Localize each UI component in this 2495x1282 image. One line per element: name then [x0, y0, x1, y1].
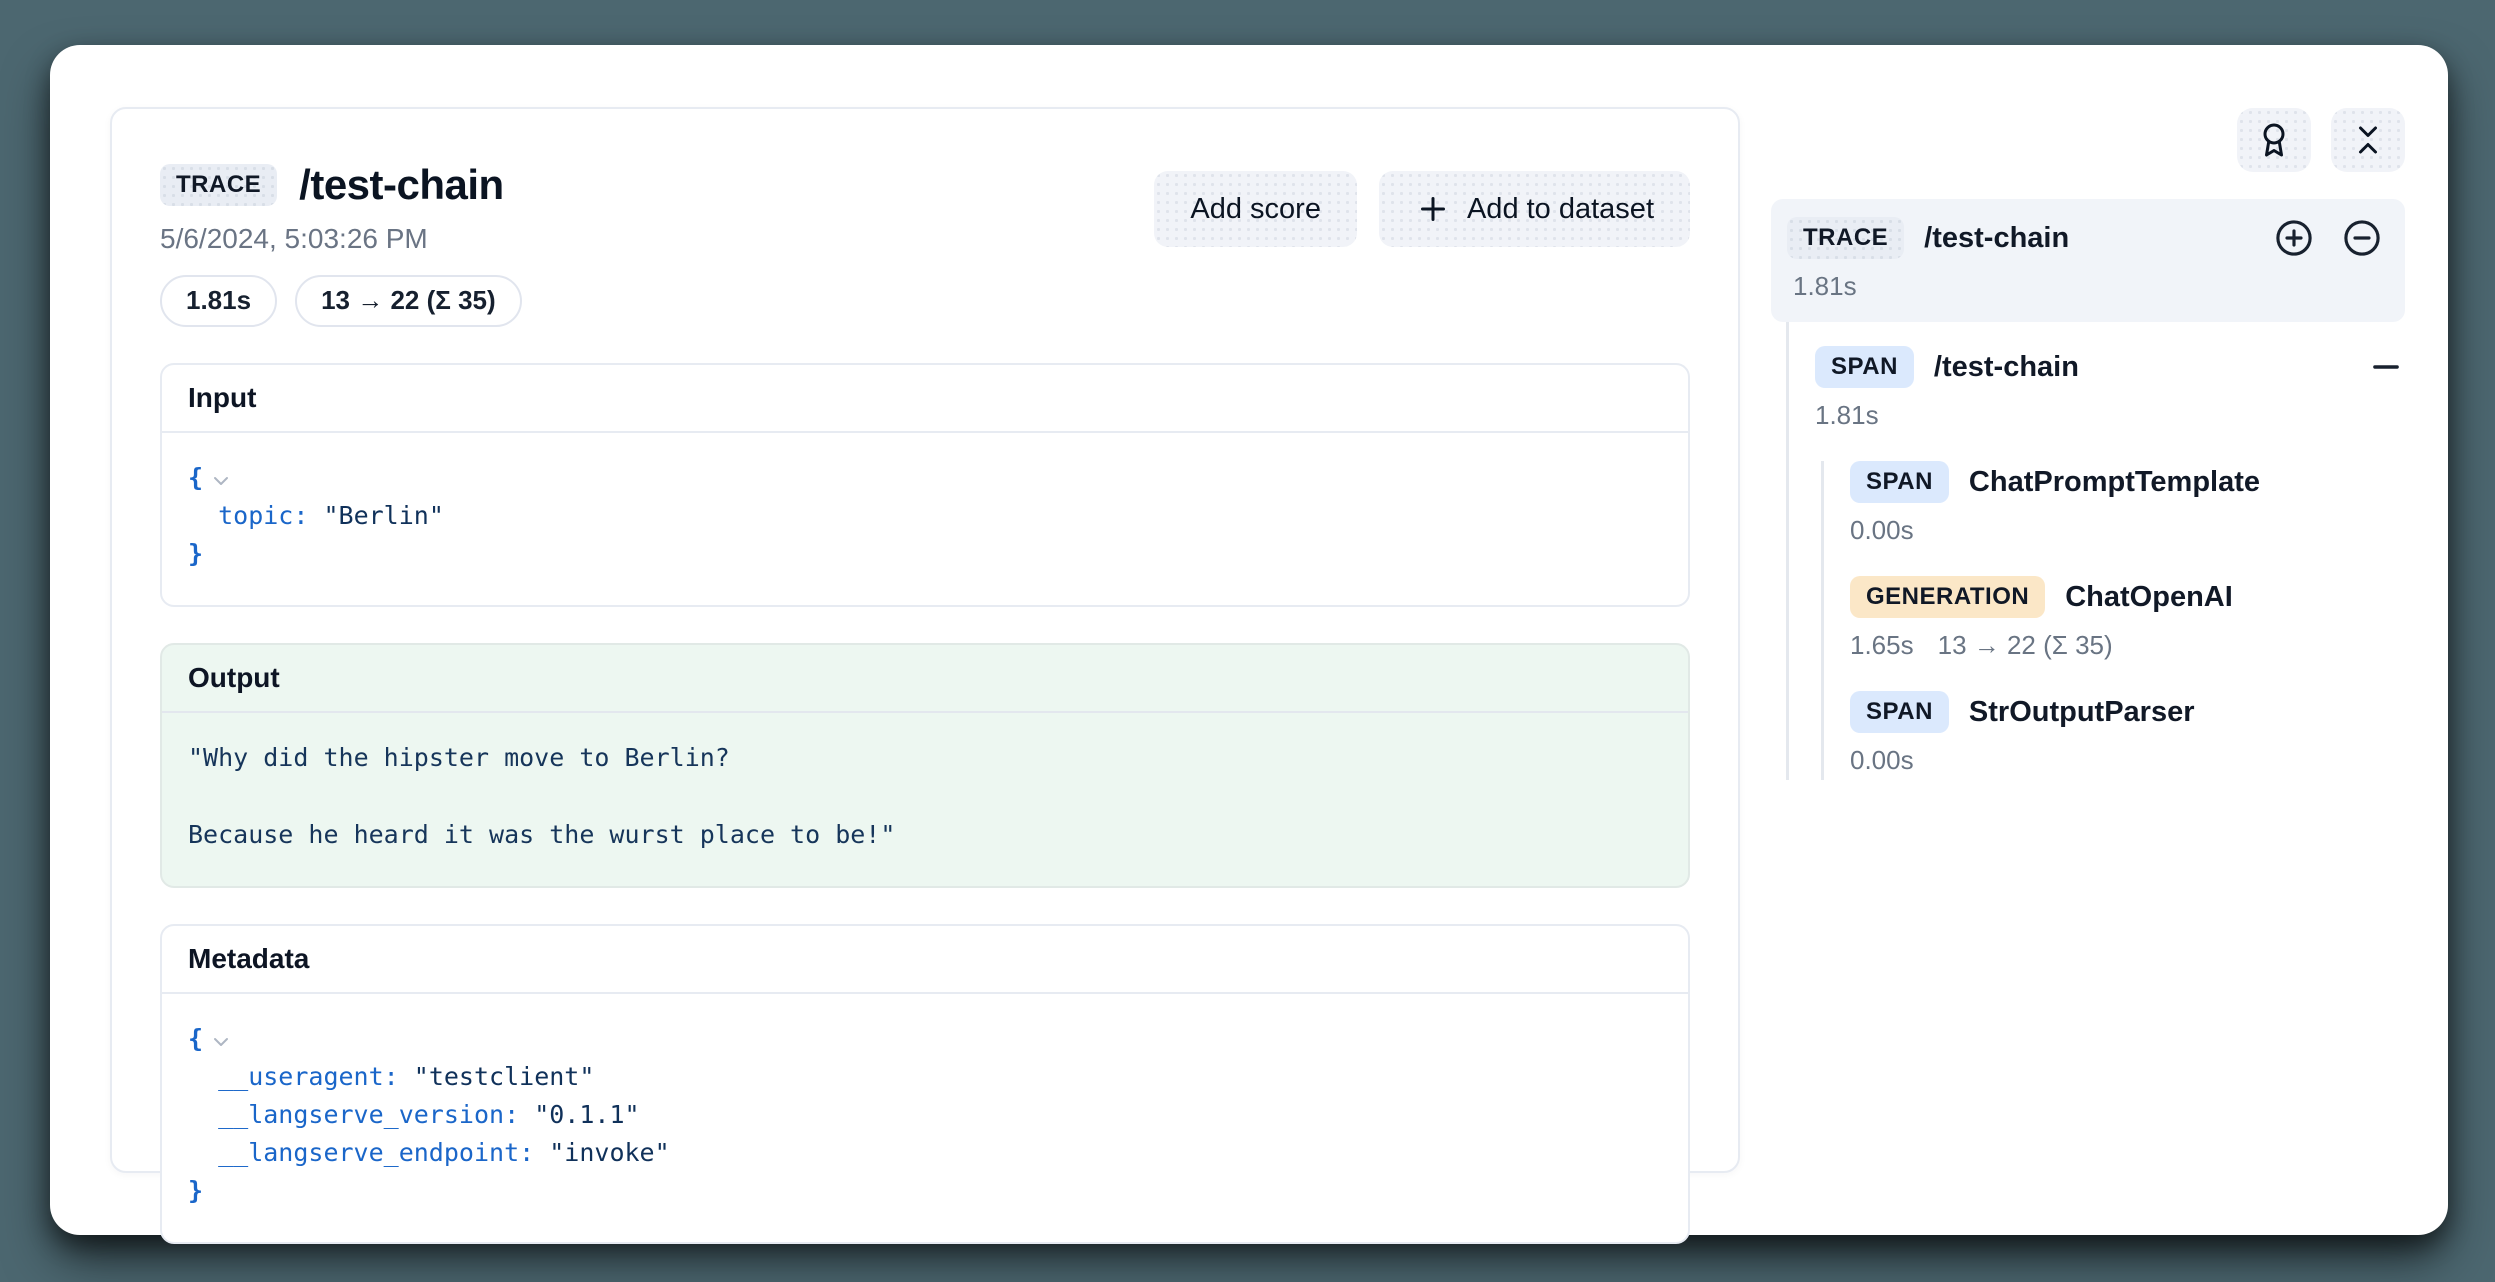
tree-row-duration: 1.65s 13 → 22 (Σ 35): [1850, 630, 2405, 661]
sidebar-toolbar: [1771, 108, 2405, 172]
span-type-badge: SPAN: [1850, 691, 1949, 733]
tree-row-title: /test-chain: [1924, 222, 2069, 255]
json-entry: topic: "Berlin": [188, 497, 1662, 535]
json-entry: __langserve_version: "0.1.1": [188, 1096, 1662, 1134]
json-entry: __langserve_endpoint: "invoke": [188, 1134, 1662, 1172]
output-line: Because he heard it was the wurst place …: [188, 816, 1662, 854]
app-window: TRACE /test-chain 5/6/2024, 5:03:26 PM 1…: [50, 45, 2448, 1235]
tree-row-chatopenai[interactable]: GENERATION ChatOpenAI 1.65s 13 → 22 (Σ 3…: [1850, 576, 2405, 661]
plus-icon: [1415, 191, 1451, 227]
tree-row-stroutputparser[interactable]: SPAN StrOutputParser 0.00s: [1850, 691, 2405, 776]
metadata-panel: Metadata { __useragent: "testclient" __l…: [160, 924, 1690, 1244]
add-to-dataset-button[interactable]: Add to dataset: [1379, 171, 1690, 247]
chevron-down-icon[interactable]: [209, 469, 233, 493]
annotate-button[interactable]: [2237, 108, 2311, 172]
output-content: "Why did the hipster move to Berlin? Bec…: [162, 713, 1688, 886]
collapse-panel-button[interactable]: [2331, 108, 2405, 172]
output-line: "Why did the hipster move to Berlin?: [188, 739, 1662, 777]
observation-tree: SPAN /test-chain 1.81s SPAN ChatPromptTe…: [1786, 322, 2405, 780]
trace-header-left: TRACE /test-chain 5/6/2024, 5:03:26 PM 1…: [160, 161, 522, 327]
tree-row-trace[interactable]: TRACE /test-chain 1.81s: [1771, 199, 2405, 322]
award-icon: [2256, 122, 2292, 158]
json-entry: __useragent: "testclient": [188, 1058, 1662, 1096]
latency-pill: 1.81s: [160, 275, 277, 327]
tree-row-chatprompttemplate[interactable]: SPAN ChatPromptTemplate 0.00s: [1850, 461, 2405, 546]
tree-row-title: /test-chain: [1934, 351, 2079, 384]
metadata-panel-title: Metadata: [162, 926, 1688, 994]
add-score-button[interactable]: Add score: [1154, 171, 1357, 247]
page-title: /test-chain: [299, 161, 504, 209]
span-type-badge: SPAN: [1815, 346, 1914, 388]
chevrons-collapse-icon: [2350, 122, 2386, 158]
tree-row-duration: 0.00s: [1850, 745, 2405, 776]
json-open-brace: {: [188, 459, 203, 497]
json-open-brace: {: [188, 1020, 203, 1058]
input-panel: Input { topic: "Berlin" }: [160, 363, 1690, 607]
generation-type-badge: GENERATION: [1850, 576, 2045, 618]
tree-row-title: ChatPromptTemplate: [1969, 466, 2260, 499]
expand-all-icon[interactable]: [2273, 217, 2315, 259]
collapse-node-icon[interactable]: [2367, 348, 2405, 386]
trace-type-badge: TRACE: [1787, 217, 1904, 259]
trace-type-badge: TRACE: [160, 164, 277, 206]
input-json-viewer: { topic: "Berlin" }: [162, 433, 1688, 605]
tree-row-title: StrOutputParser: [1969, 696, 2195, 729]
tree-row-duration: 1.81s: [1787, 271, 2383, 302]
trace-timestamp: 5/6/2024, 5:03:26 PM: [160, 223, 522, 255]
output-panel: Output "Why did the hipster move to Berl…: [160, 643, 1690, 888]
collapse-all-icon[interactable]: [2341, 217, 2383, 259]
tree-row-root-span[interactable]: SPAN /test-chain 1.81s: [1815, 346, 2405, 431]
output-panel-title: Output: [162, 645, 1688, 713]
span-type-badge: SPAN: [1850, 461, 1949, 503]
chevron-down-icon[interactable]: [209, 1030, 233, 1054]
trace-detail-card: TRACE /test-chain 5/6/2024, 5:03:26 PM 1…: [110, 107, 1740, 1173]
observation-subtree: SPAN ChatPromptTemplate 0.00s GENERATION…: [1821, 461, 2405, 780]
tree-row-usage: 13 → 22 (Σ 35): [1938, 630, 2113, 661]
tree-row-duration: 1.81s: [1815, 400, 2405, 431]
json-close-brace: }: [188, 539, 203, 568]
output-blank-line: [188, 776, 1662, 816]
metadata-json-viewer: { __useragent: "testclient" __langserve_…: [162, 994, 1688, 1242]
json-close-brace: }: [188, 1176, 203, 1205]
input-panel-title: Input: [162, 365, 1688, 433]
trace-tree-sidebar: TRACE /test-chain 1.81s SPAN: [1771, 45, 2405, 780]
tree-row-duration: 0.00s: [1850, 515, 2405, 546]
trace-actions: Add score Add to dataset: [1154, 171, 1690, 247]
token-usage-pill: 13 → 22 (Σ 35): [295, 275, 522, 327]
tree-row-title: ChatOpenAI: [2065, 581, 2233, 614]
trace-header: TRACE /test-chain 5/6/2024, 5:03:26 PM 1…: [160, 161, 1690, 327]
